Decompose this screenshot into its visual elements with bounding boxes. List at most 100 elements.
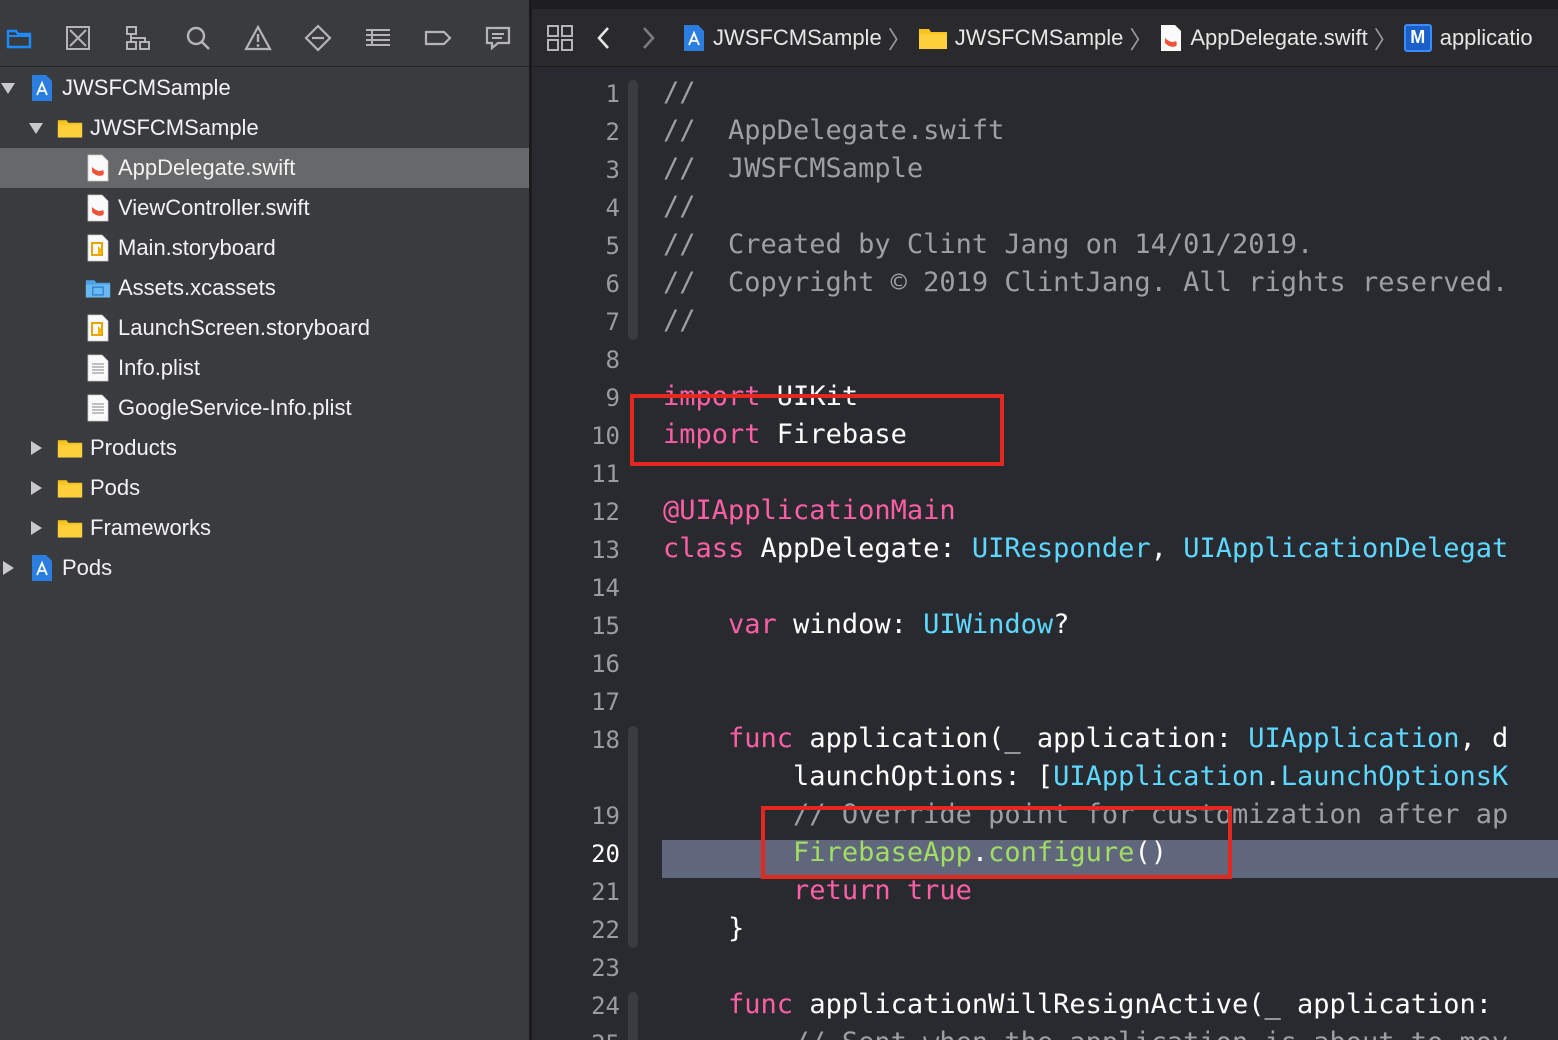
code-line[interactable]: // [663,302,696,340]
code-line[interactable]: class AppDelegate: UIResponder, UIApplic… [663,530,1508,568]
disclosure-collapsed-icon[interactable] [28,520,44,536]
code-area[interactable]: //// AppDelegate.swift// JWSFCMSample///… [532,66,1558,1040]
test-diamond-icon[interactable] [303,23,333,53]
tree-item-label: Pods [62,555,113,580]
tree-item-label: Products [90,435,177,460]
tree-item[interactable]: Frameworks [0,508,529,548]
code-line[interactable]: // Created by Clint Jang on 14/01/2019. [663,226,1313,264]
plist-icon [84,393,112,423]
source-editor: JWSFCMSample 〉 JWSFCMSample 〉 AppDelegat… [532,9,1558,1040]
tree-item-label: Frameworks [90,515,212,540]
tree-item[interactable]: Main.storyboard [0,228,529,268]
plist-icon [84,353,112,383]
code-line[interactable]: // [663,74,696,112]
tree-item[interactable]: Products [0,428,529,468]
code-line[interactable]: // JWSFCMSample [663,150,923,188]
tree-item[interactable]: AppDelegate.swift [0,148,529,188]
code-line[interactable]: var window: UIWindow? [663,606,1069,644]
code-line[interactable]: launchOptions: [UIApplication.LaunchOpti… [663,758,1508,796]
assets-folder-icon [84,273,112,303]
breadcrumb-project[interactable]: JWSFCMSample [682,24,882,52]
source-control-icon[interactable] [63,23,93,53]
code-line[interactable]: // [663,188,696,226]
breadcrumb-separator-icon: 〉 [887,27,912,54]
code-line[interactable]: // Sent when the application is about to… [663,1024,1508,1040]
disclosure-collapsed-icon[interactable] [28,480,44,496]
folder-icon [918,28,947,49]
method-badge-icon: M [1403,23,1432,52]
storyboard-icon [84,313,112,343]
code-line[interactable]: @UIApplicationMain [663,492,956,530]
folder-icon [56,473,84,503]
tree-item[interactable]: Pods [0,468,529,508]
storyboard-icon [84,233,112,263]
code-line[interactable]: // AppDelegate.swift [663,112,1004,150]
tree-item[interactable]: GoogleService-Info.plist [0,388,529,428]
code-line[interactable]: func applicationWillResignActive(_ appli… [663,986,1508,1024]
tree-item[interactable]: JWSFCMSample [0,108,529,148]
breadcrumb-group[interactable]: JWSFCMSample [918,24,1124,51]
tree-item-label: ViewController.swift [118,195,310,220]
tree-item-label: Assets.xcassets [118,275,276,300]
xcode-project-icon [28,553,56,583]
tree-item[interactable]: Info.plist [0,348,529,388]
forward-chevron-icon[interactable] [640,24,656,52]
xcode-project-icon [28,73,56,103]
code-line[interactable]: func application(_ application: UIApplic… [663,720,1508,758]
xcode-project-icon [684,24,704,51]
navigator-toolbar [0,9,529,67]
hierarchy-icon[interactable] [123,23,153,53]
project-navigator: JWSFCMSample JWSFCMSample AppDelegate.swif… [0,0,529,1040]
tree-item-label: Main.storyboard [118,235,276,260]
disclosure-expanded-icon[interactable] [28,120,44,136]
breadcrumb-label: JWSFCMSample [954,24,1124,50]
tree-item[interactable]: Pods [0,548,529,588]
disclosure-expanded-icon[interactable] [0,80,16,96]
tree-item-label: JWSFCMSample [62,75,231,100]
search-icon[interactable] [183,23,213,53]
list-icon[interactable] [363,23,393,53]
tree-item[interactable]: LaunchScreen.storyboard [0,308,529,348]
code-line[interactable]: // Copyright © 2019 ClintJang. All right… [663,264,1508,302]
swift-file-icon [1161,24,1182,51]
breakpoint-icon[interactable] [423,23,453,53]
swift-file-icon [84,153,112,183]
breadcrumb-label: applicatio [1439,24,1533,50]
warning-icon[interactable] [243,23,273,53]
highlight-box-firebase-configure [761,806,1232,879]
tree-item[interactable]: Assets.xcassets [0,268,529,308]
folder-icon[interactable] [4,23,34,53]
tree-item-label: AppDelegate.swift [118,155,296,180]
code-line[interactable]: } [663,910,744,948]
breadcrumb-method[interactable]: M applicatio [1403,23,1533,52]
breadcrumb-separator-icon: 〉 [1129,27,1154,54]
back-chevron-icon[interactable] [596,24,612,52]
tree-item-label: JWSFCMSample [90,115,259,140]
message-icon[interactable] [483,23,513,53]
tree-item[interactable]: JWSFCMSample [0,68,529,108]
tree-item-label: Info.plist [118,355,200,380]
tree-item-label: LaunchScreen.storyboard [118,315,370,340]
highlight-box-import-firebase [630,394,1004,466]
folder-icon [56,513,84,543]
related-items-icon[interactable] [546,24,574,52]
jump-bar: JWSFCMSample 〉 JWSFCMSample 〉 AppDelegat… [532,9,1558,67]
breadcrumb-separator-icon: 〉 [1373,27,1398,54]
breadcrumb-label: AppDelegate.swift [1190,24,1368,50]
breadcrumb-label: JWSFCMSample [713,24,882,50]
tree-item[interactable]: ViewController.swift [0,188,529,228]
tree-item-label: Pods [90,475,141,500]
disclosure-collapsed-icon[interactable] [28,440,44,456]
swift-file-icon [84,193,112,223]
breadcrumb-file[interactable]: AppDelegate.swift [1159,24,1368,52]
folder-icon [56,433,84,463]
tree-item-label: GoogleService-Info.plist [118,395,352,420]
disclosure-collapsed-icon[interactable] [0,560,16,576]
folder-icon [56,113,84,143]
